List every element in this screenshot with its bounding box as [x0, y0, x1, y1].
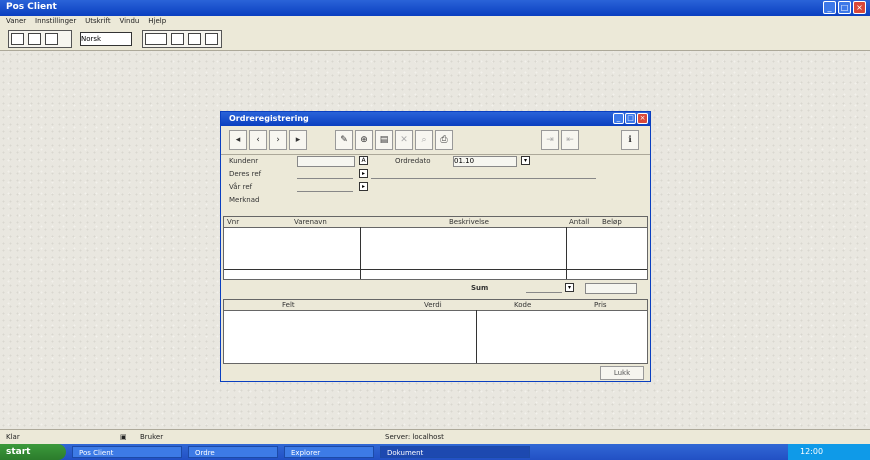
column-divider [566, 227, 567, 279]
col-header: Beskrivelse [449, 218, 489, 226]
toolbar-group-1 [8, 30, 72, 48]
ref-input[interactable] [297, 169, 353, 179]
sum-bar: Sum ▾ [221, 280, 650, 298]
task-item-0[interactable]: Pos Client [72, 446, 182, 458]
statusbar: Klar ▣ Bruker Server: localhost [0, 429, 870, 445]
last-record-icon[interactable]: ▸ [289, 130, 307, 150]
status-user: Bruker [140, 433, 164, 441]
task-item-2[interactable]: Explorer [284, 446, 374, 458]
calendar-icon[interactable] [171, 33, 184, 45]
ourref-input[interactable] [297, 182, 353, 192]
col-header: Pris [594, 301, 607, 309]
grid-icon[interactable] [11, 33, 24, 45]
detail-grid-header: Felt Verdi Kode Pris [224, 300, 647, 311]
prev-record-icon[interactable]: ‹ [249, 130, 267, 150]
column-divider [476, 310, 477, 363]
window-icon[interactable] [45, 33, 58, 45]
col-header: Vnr [227, 218, 240, 226]
app-title: Pos Client [6, 2, 57, 12]
toolbar-group-2 [142, 30, 222, 48]
taskbar: start Pos Client Ordre Explorer Dokument… [0, 444, 870, 460]
col-header: Felt [282, 301, 295, 309]
sum-dropdown-icon[interactable]: ▾ [565, 283, 574, 292]
sum-label: Sum [471, 284, 489, 292]
dialog-minimize-button[interactable]: _ [613, 113, 624, 124]
new-icon[interactable]: ✎ [335, 130, 353, 150]
customer-search-icon[interactable]: A [359, 156, 368, 165]
customer-label: Kundenr [229, 157, 259, 165]
order-form: Kundenr A Ordredato 01.10 ▾ Deres ref ▸ … [221, 155, 650, 215]
close-button[interactable]: × [853, 1, 866, 14]
chart-icon[interactable] [188, 33, 201, 45]
app-titlebar: Pos Client _ □ × [0, 0, 870, 16]
col-header: Beløp [602, 218, 622, 226]
system-tray: 12:00 [788, 444, 870, 460]
detail-grid[interactable]: Felt Verdi Kode Pris [223, 299, 648, 364]
dialog-titlebar: Ordreregistrering _ □ × [221, 112, 650, 126]
note-label: Merknad [229, 196, 260, 204]
dialog-maximize-button[interactable]: □ [625, 113, 636, 124]
order-dialog: Ordreregistrering _ □ × ◂ ‹ › ▸ ✎ ⊕ ▤ ✕ … [220, 111, 651, 382]
tray-clock: 12:00 [800, 447, 824, 456]
info-icon[interactable]: ℹ [621, 130, 639, 150]
exit-icon[interactable]: ⇤ [561, 130, 579, 150]
next-record-icon[interactable]: › [269, 130, 287, 150]
menubar: Vaner Innstillinger Utskrift Vindu Hjelp [0, 16, 870, 26]
date-picker-icon[interactable]: ▾ [521, 156, 530, 165]
language-select[interactable]: Norsk [80, 32, 132, 46]
menu-item-4[interactable]: Hjelp [148, 17, 166, 25]
find-icon[interactable]: ⌕ [415, 130, 433, 150]
menu-item-3[interactable]: Vindu [119, 17, 139, 25]
row-divider [224, 269, 647, 270]
main-toolbar: Norsk [0, 26, 870, 51]
ourref-search-icon[interactable]: ▸ [359, 182, 368, 191]
ref-label: Deres ref [229, 170, 262, 178]
ref-search-icon[interactable]: ▸ [359, 169, 368, 178]
date-label: Ordredato [395, 157, 431, 165]
table-icon[interactable] [28, 33, 41, 45]
order-lines-grid[interactable]: Vnr Varenavn Beskrivelse Antall Beløp [223, 216, 648, 280]
ref-name-field [371, 169, 596, 179]
col-header: Verdi [424, 301, 442, 309]
sum-total-field [585, 283, 637, 294]
task-item-3[interactable]: Dokument [380, 446, 530, 458]
status-user-icon: ▣ [120, 433, 127, 441]
menu-item-2[interactable]: Utskrift [85, 17, 110, 25]
col-header: Varenavn [294, 218, 327, 226]
print-icon[interactable]: ⎙ [435, 130, 453, 150]
start-button[interactable]: start [0, 444, 66, 460]
dialog-toolbar: ◂ ‹ › ▸ ✎ ⊕ ▤ ✕ ⌕ ⎙ ⇥ ⇤ ℹ [221, 126, 650, 155]
dialog-close-button[interactable]: × [637, 113, 648, 124]
column-divider [360, 227, 361, 279]
first-record-icon[interactable]: ◂ [229, 130, 247, 150]
save-icon[interactable]: ▤ [375, 130, 393, 150]
open-icon[interactable]: ⊕ [355, 130, 373, 150]
minimize-button[interactable]: _ [823, 1, 836, 14]
document-icon[interactable] [205, 33, 218, 45]
task-item-1[interactable]: Ordre [188, 446, 278, 458]
ourref-label: Vår ref [229, 183, 253, 191]
menu-item-0[interactable]: Vaner [6, 17, 26, 25]
maximize-button[interactable]: □ [838, 1, 851, 14]
sum-field [526, 283, 562, 293]
grid-header: Vnr Varenavn Beskrivelse Antall Beløp [224, 217, 647, 228]
dialog-close-footer-button[interactable]: Lukk [600, 366, 644, 380]
date-input[interactable]: 01.10 [453, 156, 517, 167]
frame-icon[interactable] [145, 33, 167, 45]
send-icon[interactable]: ⇥ [541, 130, 559, 150]
customer-input[interactable] [297, 156, 355, 167]
delete-icon[interactable]: ✕ [395, 130, 413, 150]
dialog-title: Ordreregistrering [229, 114, 309, 123]
status-center: Server: localhost [385, 433, 444, 441]
col-header: Kode [514, 301, 532, 309]
menu-item-1[interactable]: Innstillinger [35, 17, 76, 25]
status-left: Klar [6, 433, 20, 441]
col-header: Antall [569, 218, 590, 226]
